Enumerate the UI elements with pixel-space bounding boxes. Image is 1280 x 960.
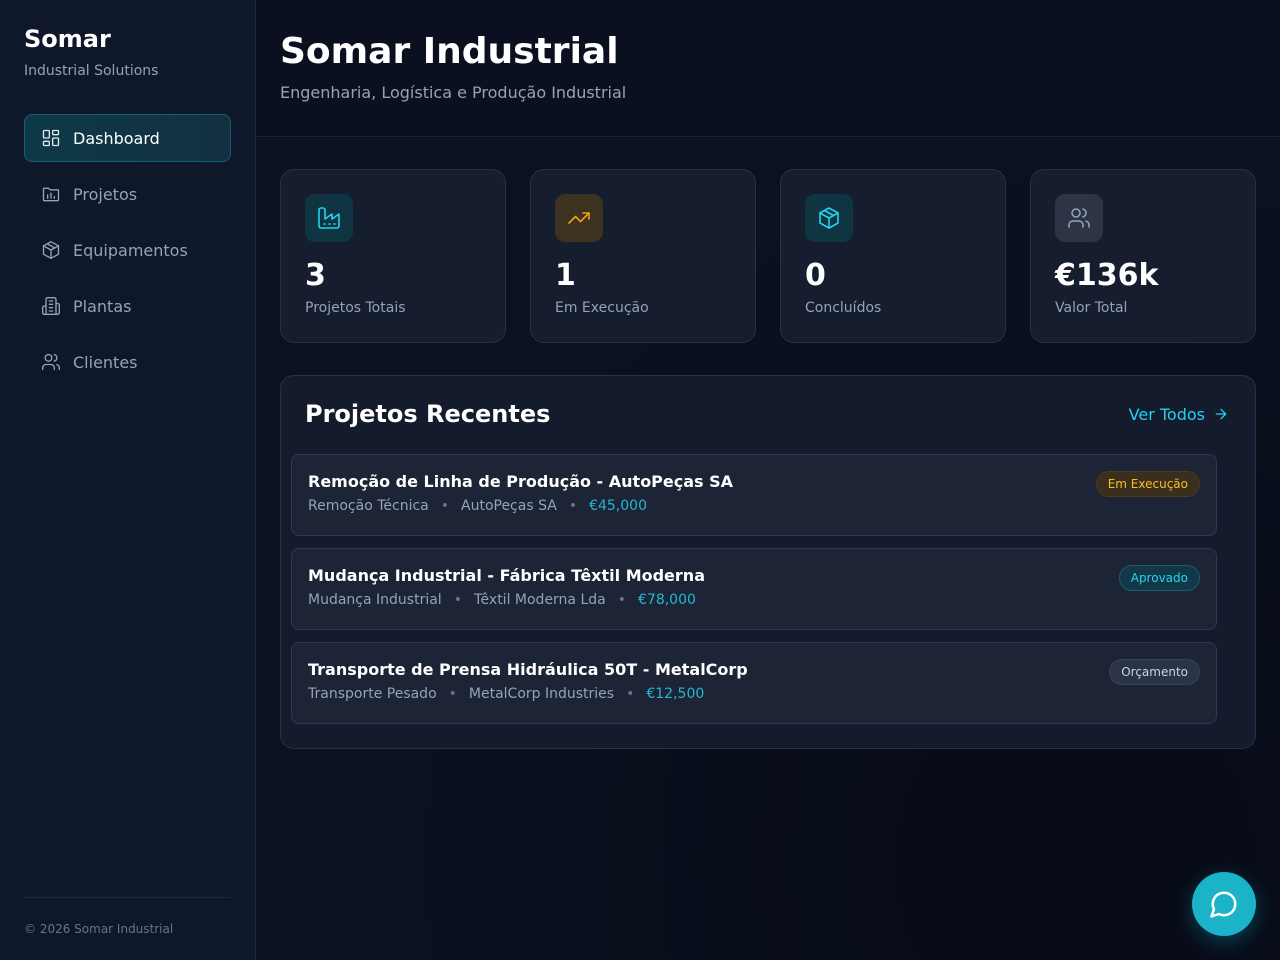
project-meta: Remoção Técnica • AutoPeças SA • €45,000: [308, 498, 1200, 514]
arrow-right-icon: [1215, 408, 1227, 420]
stat-card-in-progress: 1 Em Execução: [530, 169, 756, 343]
project-type: Transporte Pesado: [308, 686, 437, 702]
project-client: Têxtil Moderna Lda: [473, 592, 606, 608]
trending-up-icon: [555, 194, 603, 242]
factory-icon: [305, 194, 353, 242]
status-badge: Aprovado: [1118, 565, 1200, 591]
chat-button[interactable]: [1192, 872, 1256, 936]
stat-label: Concluídos: [805, 300, 882, 316]
sidebar-item-dashboard[interactable]: Dashboard: [24, 114, 231, 162]
stat-card-total-projects: 3 Projetos Totais: [280, 169, 506, 343]
view-all-link[interactable]: Ver Todos: [1129, 405, 1229, 424]
dashboard-icon: [41, 128, 61, 148]
sidebar-item-label: Projetos: [73, 184, 138, 204]
sidebar-item-projetos[interactable]: Projetos: [24, 170, 231, 218]
stats-row: 3 Projetos Totais 1 Em Execução 0 Conclu…: [280, 169, 1256, 343]
project-name: Remoção de Linha de Produção - AutoPeças…: [308, 472, 734, 491]
sidebar-item-plantas[interactable]: Plantas: [24, 282, 231, 330]
stat-value: €136k: [1055, 258, 1159, 293]
page-title: Somar Industrial: [280, 31, 619, 72]
project-meta: Mudança Industrial • Têxtil Moderna Lda …: [308, 592, 1200, 608]
page-subtitle: Engenharia, Logística e Produção Industr…: [280, 83, 627, 102]
users-icon: [1055, 194, 1103, 242]
sidebar-item-label: Dashboard: [73, 128, 160, 148]
project-name: Mudança Industrial - Fábrica Têxtil Mode…: [308, 566, 705, 585]
project-item[interactable]: Mudança Industrial - Fábrica Têxtil Mode…: [291, 548, 1217, 630]
package-icon: [41, 240, 61, 260]
page-header: Somar Industrial Engenharia, Logística e…: [256, 0, 1280, 137]
view-all-label: Ver Todos: [1128, 404, 1205, 424]
stat-value: 3: [305, 258, 326, 293]
project-meta: Transporte Pesado • MetalCorp Industries…: [308, 686, 1200, 702]
status-badge: Em Execução: [1095, 471, 1200, 497]
project-value: €45,000: [589, 498, 647, 514]
stat-value: 1: [555, 258, 576, 293]
project-list: Remoção de Linha de Produção - AutoPeças…: [291, 454, 1217, 724]
status-badge: Orçamento: [1109, 659, 1200, 685]
message-circle-icon: [1210, 891, 1237, 918]
main-content: Somar Industrial Engenharia, Logística e…: [256, 0, 1280, 960]
separator-dot: •: [453, 592, 462, 608]
projects-icon: [41, 184, 61, 204]
sidebar-item-equipamentos[interactable]: Equipamentos: [24, 226, 231, 274]
sidebar-nav: Dashboard Projetos Equipamentos Plantas: [24, 114, 231, 386]
stat-card-total-value: €136k Valor Total: [1030, 169, 1256, 343]
brand-subtitle: Industrial Solutions: [24, 63, 159, 79]
sidebar-item-label: Plantas: [73, 296, 132, 316]
app-root: Somar Industrial Solutions Dashboard Pro…: [0, 0, 1280, 960]
sidebar-item-label: Clientes: [73, 352, 138, 372]
stat-value: 0: [805, 258, 826, 293]
separator-dot: •: [617, 592, 626, 608]
project-name: Transporte de Prensa Hidráulica 50T - Me…: [308, 660, 748, 679]
project-type: Mudança Industrial: [308, 592, 442, 608]
stat-card-completed: 0 Concluídos: [780, 169, 1006, 343]
sidebar-item-clientes[interactable]: Clientes: [24, 338, 231, 386]
project-type: Remoção Técnica: [308, 498, 429, 514]
dashboard-content: 3 Projetos Totais 1 Em Execução 0 Conclu…: [256, 137, 1280, 749]
recent-projects-panel: Projetos Recentes Ver Todos Remoção de L…: [280, 375, 1256, 749]
recent-projects-title: Projetos Recentes: [305, 400, 551, 428]
recent-projects-header: Projetos Recentes Ver Todos: [291, 400, 1229, 428]
stat-label: Em Execução: [555, 300, 649, 316]
project-item[interactable]: Remoção de Linha de Produção - AutoPeças…: [291, 454, 1217, 536]
package-icon: [805, 194, 853, 242]
separator-dot: •: [626, 686, 635, 702]
separator-dot: •: [448, 686, 457, 702]
project-client: MetalCorp Industries: [468, 686, 615, 702]
sidebar-item-label: Equipamentos: [73, 240, 188, 260]
project-item[interactable]: Transporte de Prensa Hidráulica 50T - Me…: [291, 642, 1217, 724]
users-icon: [41, 352, 61, 372]
project-client: AutoPeças SA: [461, 498, 557, 514]
stat-label: Projetos Totais: [305, 300, 406, 316]
project-value: €12,500: [646, 686, 705, 702]
sidebar-footer: © 2026 Somar Industrial: [24, 897, 231, 936]
building-icon: [41, 296, 61, 316]
separator-dot: •: [568, 498, 578, 514]
brand-title: Somar: [24, 25, 111, 53]
sidebar: Somar Industrial Solutions Dashboard Pro…: [0, 0, 256, 960]
project-value: €78,000: [638, 592, 696, 608]
stat-label: Valor Total: [1055, 300, 1128, 316]
separator-dot: •: [440, 498, 449, 514]
